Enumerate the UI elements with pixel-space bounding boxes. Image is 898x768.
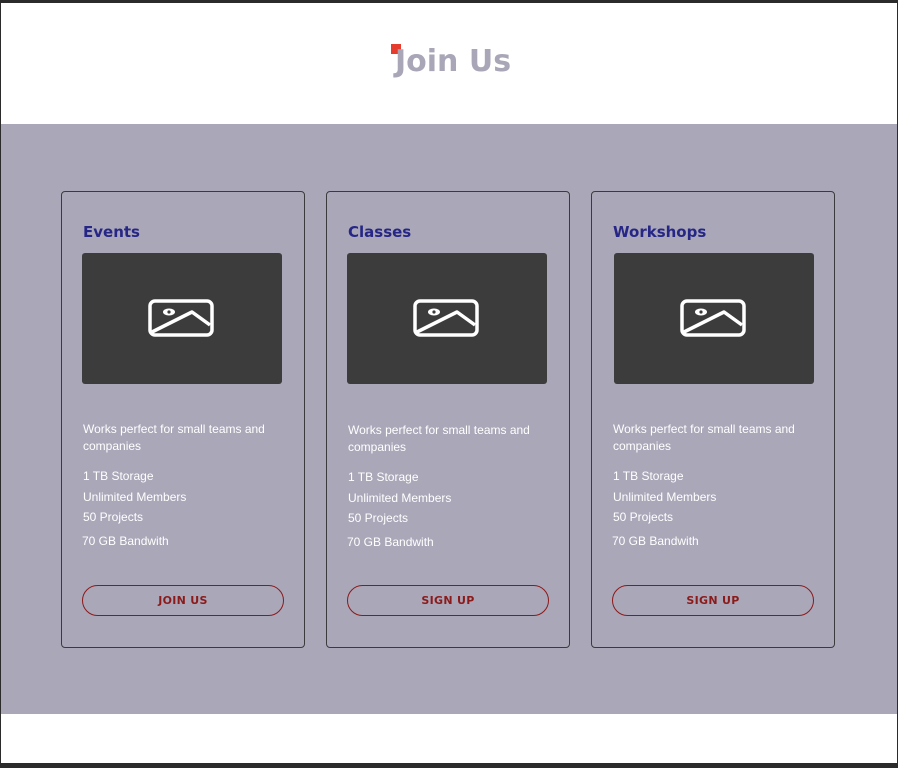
feature-storage: 1 TB Storage [348, 470, 419, 484]
card-title: Workshops [613, 223, 707, 241]
page: Join Us Events Works perfect for small t… [1, 3, 897, 763]
card-description: Works perfect for small teams and compan… [613, 422, 795, 453]
image-placeholder-icon [680, 299, 746, 337]
footer-section [1, 714, 897, 763]
feature-bandwidth: 70 GB Bandwith [82, 534, 169, 548]
feature-members: Unlimited Members [613, 490, 717, 504]
sign-up-button[interactable]: SIGN UP [612, 585, 814, 616]
card-title: Classes [348, 223, 412, 241]
pricing-band: Events Works perfect for small teams and… [1, 124, 897, 714]
join-us-button[interactable]: JOIN US [82, 585, 284, 616]
feature-storage: 1 TB Storage [83, 469, 154, 483]
feature-bandwidth: 70 GB Bandwith [612, 534, 699, 548]
card-events: Events Works perfect for small teams and… [61, 191, 305, 648]
card-image [347, 253, 547, 384]
header-section: Join Us [1, 3, 897, 124]
feature-members: Unlimited Members [83, 490, 187, 504]
card-workshops: Workshops Works perfect for small teams … [591, 191, 835, 648]
card-description: Works perfect for small teams and compan… [83, 422, 265, 453]
feature-storage: 1 TB Storage [613, 469, 684, 483]
card-title: Events [83, 223, 140, 241]
image-placeholder-icon [413, 299, 479, 337]
page-title: Join Us [395, 44, 512, 79]
card-description: Works perfect for small teams and compan… [348, 423, 530, 454]
feature-bandwidth: 70 GB Bandwith [347, 535, 434, 549]
card-image [614, 253, 814, 384]
card-image [82, 253, 282, 384]
feature-projects: 50 Projects [348, 511, 409, 525]
sign-up-button[interactable]: SIGN UP [347, 585, 549, 616]
image-placeholder-icon [148, 299, 214, 337]
card-classes: Classes Works perfect for small teams an… [326, 191, 570, 648]
feature-projects: 50 Projects [613, 510, 674, 524]
feature-projects: 50 Projects [83, 510, 144, 524]
feature-members: Unlimited Members [348, 491, 452, 505]
